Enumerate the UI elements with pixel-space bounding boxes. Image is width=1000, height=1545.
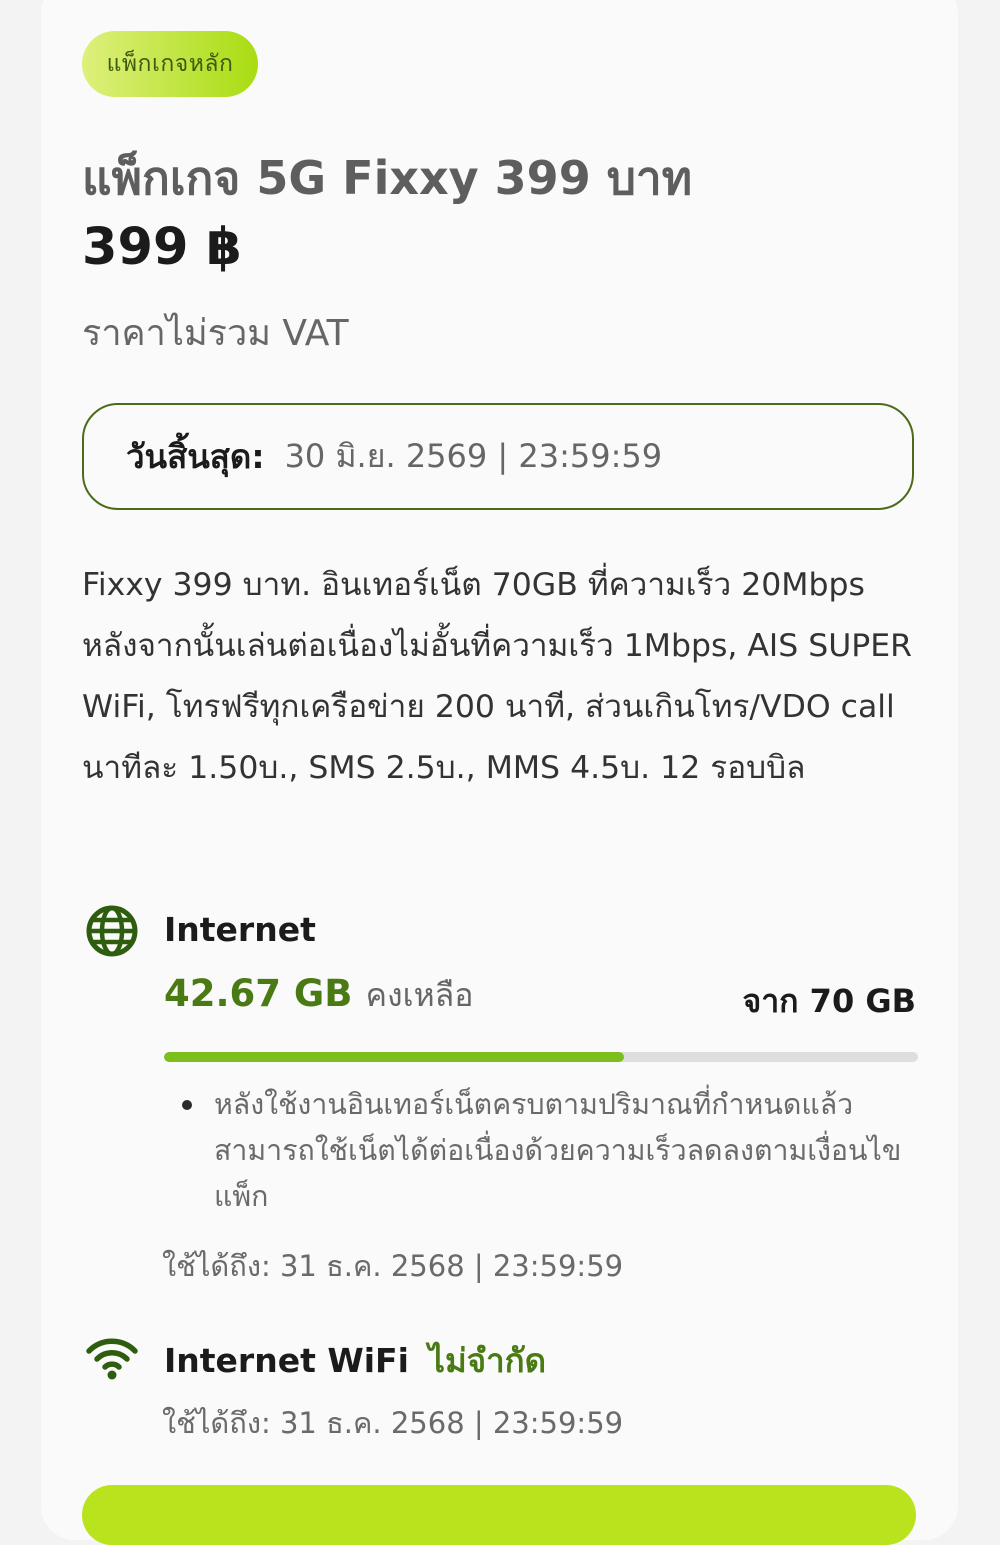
expiry-box: วันสิ้นสุด: 30 มิ.ย. 2569 | 23:59:59 <box>82 403 914 510</box>
main-package-badge: แพ็กเกจหลัก <box>82 31 258 97</box>
internet-remaining-value: 42.67 GB <box>164 972 353 1015</box>
internet-note: หลังใช้งานอินเทอร์เน็ตครบตามปริมาณที่กำห… <box>214 1088 902 1213</box>
expiry-label: วันสิ้นสุด: <box>126 437 265 476</box>
package-description: Fixxy 399 บาท. อินเทอร์เน็ต 70GB ที่ความ… <box>82 567 913 786</box>
package-title: แพ็กเกจ 5G Fixxy 399 บาท <box>82 151 693 205</box>
internet-total: จาก 70 GB <box>742 982 916 1020</box>
internet-progress-fill <box>164 1052 624 1062</box>
internet-title: Internet <box>164 910 316 949</box>
internet-remaining-label: คงเหลือ <box>365 976 474 1014</box>
internet-remaining-row: 42.67 GB คงเหลือ จาก 70 GB <box>164 970 916 1026</box>
expiry-value: 30 มิ.ย. 2569 | 23:59:59 <box>284 437 663 475</box>
wifi-valid-until: ใช้ได้ถึง: 31 ธ.ค. 2568 | 23:59:59 <box>162 1406 624 1440</box>
wifi-title: Internet WiFi <box>164 1341 409 1380</box>
internet-valid-until: ใช้ได้ถึง: 31 ธ.ค. 2568 | 23:59:59 <box>162 1249 624 1283</box>
globe-icon <box>86 905 138 957</box>
bottom-action-button[interactable] <box>82 1485 916 1545</box>
vat-note: ราคาไม่รวม VAT <box>82 313 349 354</box>
wifi-icon <box>86 1338 138 1380</box>
wifi-row: Internet WiFi ไม่จำกัด <box>164 1334 546 1387</box>
internet-progress-bar <box>164 1052 918 1062</box>
note-bullet <box>182 1100 192 1110</box>
package-price: 399 ฿ <box>82 218 242 277</box>
wifi-unlimited: ไม่จำกัด <box>428 1341 547 1380</box>
